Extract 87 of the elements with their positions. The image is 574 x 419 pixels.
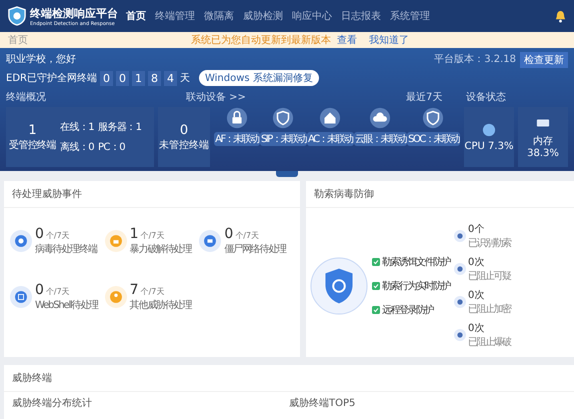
unmanaged-label: 未管控终端 [159,138,209,152]
threat-unit: 个/7天 [46,230,70,241]
threat-unit: 个/7天 [140,230,164,241]
cloud-icon[interactable] [369,107,392,129]
threat-label: 暴力破解待处理 [130,242,192,256]
panel-title: 威胁终端 [4,365,574,392]
notice-link[interactable]: 我知道了 [369,33,409,47]
greeting-text: 职业学校，您好 [6,52,77,66]
device-label: AC：未联动 [307,132,354,146]
app-title: 终端检测响应平台 [30,6,118,20]
day-digit: 0 [100,70,113,86]
breadcrumb: 首页 [8,34,28,47]
threat-unit: 个/7天 [235,230,260,241]
check-icon [372,306,380,314]
check-icon [372,282,380,290]
section-title[interactable]: 联动设备 >> [186,90,406,104]
update-button[interactable]: 检查更新 [520,52,568,68]
stat-icon [454,263,466,275]
stat-label: 已阻止爆破 [468,336,510,349]
day-digit: 0 [116,70,129,86]
stat-icon [454,296,466,308]
protection-item: 远程登录防护 [382,304,433,316]
nav-tab[interactable]: 首页 [126,9,146,23]
threat-count: 7 [130,282,139,298]
device-label: AF：未联动 [214,132,260,146]
nav-tab[interactable]: 微隔离 [204,9,234,23]
panel-title: 勒索病毒防御 [306,181,574,208]
threat-count: 0 [35,282,44,298]
stat-icon [454,329,466,341]
status-value: 内存 38.3% [526,134,560,158]
stat-label: 已识别勒索 [468,236,510,250]
threat-count: 0 [35,226,44,242]
shield-logo-icon [8,6,26,26]
guard-text: EDR已守护全网终端 [6,72,97,85]
stat-label: 已阻止加密 [468,302,510,316]
nav-tab[interactable]: 日志报表 [341,9,381,23]
shield-drawing [310,256,368,314]
offline-count: 离线：0 [60,140,94,154]
notice-message: 系统已为您自动更新到最新版本 [191,34,331,47]
server-count: 服务器：1 [98,121,142,134]
section-title: 威胁终端TOP5 [289,396,356,410]
protection-item: 勒索行为实时防护 [382,280,450,292]
nav-tab[interactable]: 响应中心 [292,9,332,23]
period-label: 最近7天 [406,90,444,104]
nav-tab[interactable]: 终端管理 [155,9,195,23]
threat-unit: 个/7天 [46,286,70,297]
panel-title: 待处理威胁事件 [4,181,300,208]
pc-count: PC：0 [98,141,126,154]
home-icon[interactable] [319,107,342,129]
threat-label: 其他威胁待处理 [130,298,192,312]
collapse-toggle[interactable] [276,171,298,177]
stat-value: 0次 [468,256,486,269]
nav-tab[interactable]: 威胁检测 [243,9,283,23]
managed-count: 1 [28,122,37,138]
stat-icon [454,230,466,242]
threat-label: 病毒待处理终端 [35,242,97,256]
section-title: 威胁终端分布统计 [12,396,93,410]
online-count: 在线：1 [60,120,94,134]
managed-label: 受管控终端 [9,138,56,152]
stat-value: 0个 [468,223,486,236]
status-value: CPU 7.3% [464,140,514,152]
device-label: 云眼：未联动 [354,132,407,146]
check-icon [372,258,380,266]
stat-value: 0次 [468,289,486,302]
version-text: 平台版本：3.2.18 [434,52,516,66]
section-title: 终端概况 [6,90,47,104]
notice-link[interactable]: 查看 [337,33,357,47]
shield-icon[interactable] [272,107,294,129]
bell-icon[interactable] [555,10,566,22]
day-unit: 天 [180,72,190,85]
threat-count: 1 [130,226,139,242]
threat-label: 僵尸网络待处理 [224,242,286,256]
section-title: 设备状态 [466,90,506,104]
windows-badge[interactable]: Windows 系统漏洞修复 [198,70,319,86]
unmanaged-count: 0 [180,122,188,138]
day-digit: 4 [164,70,177,86]
device-label: SIP：未联动 [260,132,307,146]
stat-value: 0次 [468,322,486,335]
threat-label: WebShell待处理 [35,298,98,312]
protection-item: 勒索诱饵文件防护 [382,256,450,268]
stat-label: 已阻止可疑 [468,270,510,283]
nav-tab[interactable]: 系统管理 [390,9,430,23]
device-label: SOC：未联动 [407,132,460,146]
day-digit: 1 [132,70,145,86]
threat-unit: 个/7天 [140,286,164,297]
threat-count: 0 [224,226,234,242]
day-digit: 8 [148,70,161,86]
